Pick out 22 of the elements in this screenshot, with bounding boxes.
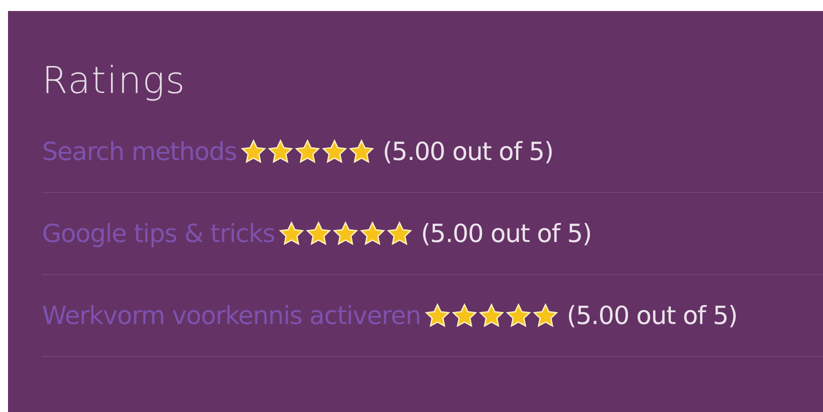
star-icon	[386, 220, 413, 246]
star-icon	[304, 220, 332, 246]
star-icon	[450, 302, 478, 328]
rating-score: (5.00 out of 5)	[382, 136, 554, 168]
star-icon	[320, 138, 348, 164]
star-icon	[266, 138, 294, 164]
rating-link[interactable]: Google tips & tricks	[42, 214, 275, 252]
rating-link[interactable]: Werkvorm voorkennis activeren	[42, 296, 421, 334]
rating-score: (5.00 out of 5)	[566, 300, 738, 332]
star-icon	[278, 220, 305, 246]
star-icon	[478, 302, 505, 328]
star-icon	[240, 138, 267, 164]
star-icon	[532, 302, 559, 328]
rating-score: (5.00 out of 5)	[420, 218, 592, 250]
star-icon	[294, 138, 321, 164]
widget-title: Ratings	[42, 62, 186, 99]
star-icon	[424, 302, 451, 328]
star-icon	[332, 220, 359, 246]
rating-link[interactable]: Search methods	[42, 132, 237, 170]
star-icon	[504, 302, 532, 328]
star-icon	[358, 220, 386, 246]
star-icon	[348, 138, 375, 164]
